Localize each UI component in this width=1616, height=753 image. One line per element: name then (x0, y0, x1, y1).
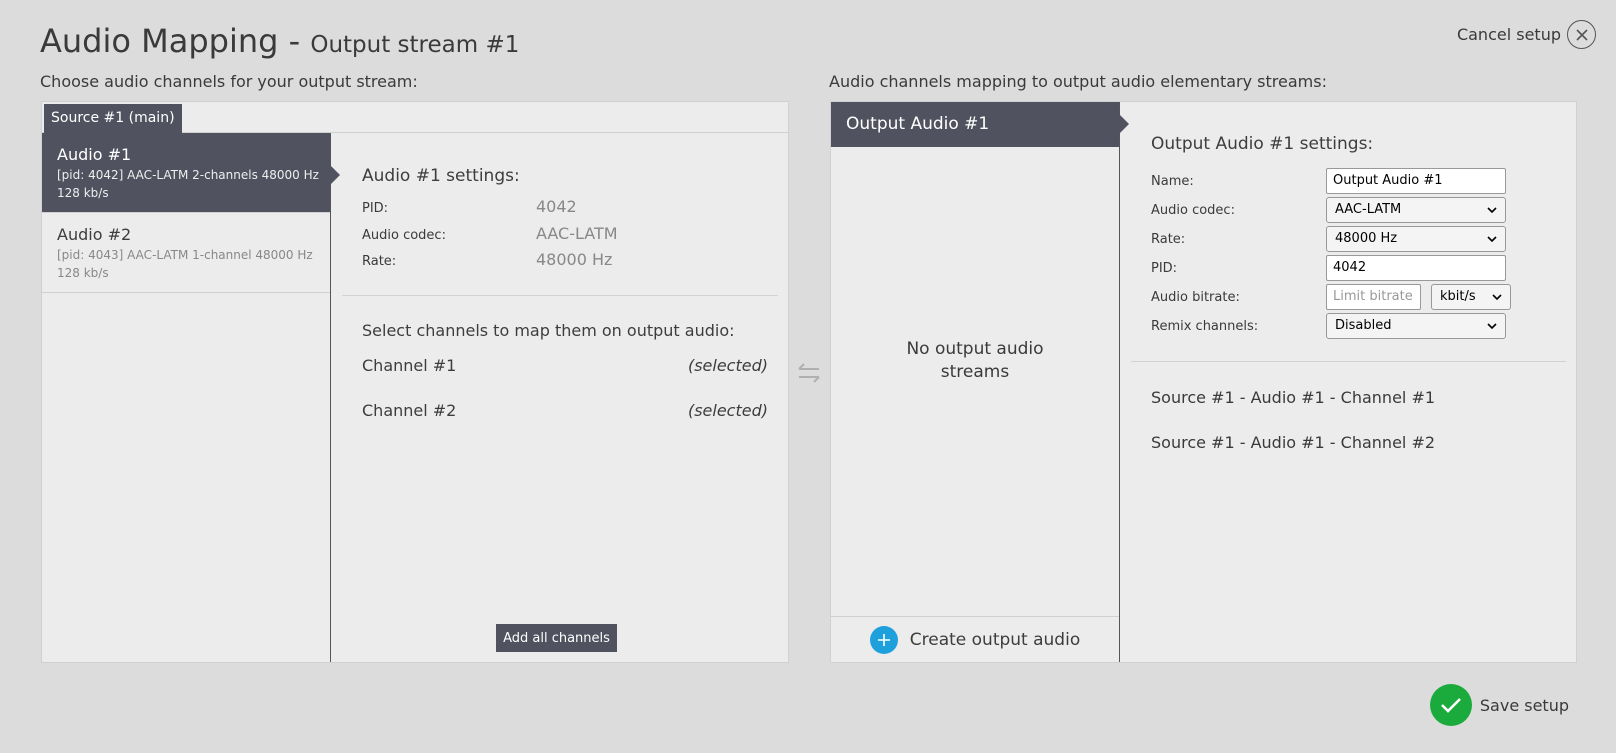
pid-input[interactable]: 4042 (1326, 255, 1506, 281)
mapped-channel-item[interactable]: Source #1 - Audio #1 - Channel #1 (1151, 388, 1435, 407)
tab-output-audio-1[interactable]: Output Audio #1 (831, 102, 1129, 147)
output-settings-heading: Output Audio #1 settings: (1151, 134, 1374, 154)
create-output-audio-button[interactable]: Create output audio (831, 616, 1119, 662)
codec-label: Audio codec: (1151, 202, 1235, 218)
right-caption: Audio channels mapping to output audio e… (829, 72, 1327, 91)
bitrate-unit-value: kbit/s (1440, 289, 1476, 304)
cancel-setup-button[interactable]: Cancel setup (1457, 20, 1596, 49)
pid-row: PID: 4042 (1151, 255, 1506, 281)
save-setup-label: Save setup (1479, 695, 1569, 715)
select-channels-heading: Select channels to map them on output au… (362, 321, 735, 340)
audio-item-2[interactable]: Audio #2 [pid: 4043] AAC-LATM 1-channel … (42, 213, 330, 293)
codec-value: AAC-LATM (536, 224, 618, 243)
pid-label: PID: (1151, 260, 1178, 276)
channel-row-1[interactable]: Channel #1 (selected) (362, 353, 768, 377)
plus-icon (869, 625, 898, 654)
divider (1131, 361, 1566, 362)
page-subtitle: Output stream #1 (310, 32, 520, 58)
chevron-down-icon (1492, 293, 1502, 300)
rate-row: Rate: 48000 Hz (362, 250, 612, 269)
left-caption: Choose audio channels for your output st… (40, 72, 418, 91)
output-audio-panel: Output Audio #1 No output audio streams … (830, 101, 1577, 663)
rate-label: Rate: (362, 254, 397, 269)
audio-item-bitrate: 128 kb/s (57, 186, 109, 200)
close-icon[interactable] (1567, 20, 1596, 49)
codec-select-value: AAC-LATM (1335, 202, 1402, 217)
audio-settings: Audio #1 settings: PID: 4042 Audio codec:… (332, 133, 788, 662)
source-tab-row: Source #1 (main) (42, 102, 788, 133)
pid-row: PID: 4042 (362, 197, 577, 216)
codec-label: Audio codec: (362, 228, 446, 243)
cancel-setup-label: Cancel setup (1456, 25, 1561, 44)
mapped-channel-item[interactable]: Source #1 - Audio #1 - Channel #2 (1151, 433, 1435, 452)
no-streams-line-1: No output audio (906, 339, 1044, 359)
audio-settings-heading: Audio #1 settings: (362, 166, 520, 186)
create-output-label: Create output audio (909, 629, 1081, 650)
remix-row: Remix channels: Disabled (1151, 313, 1506, 339)
checkmark-icon (1429, 684, 1472, 726)
codec-row: Audio codec: AAC-LATM (362, 224, 618, 243)
source-audio-panel: Source #1 (main) Audio #1 [pid: 4042] AA… (41, 101, 789, 663)
page-title: Audio Mapping - Output stream #1 (40, 22, 519, 60)
channel-row-2[interactable]: Channel #2 (selected) (362, 398, 768, 422)
remix-label: Remix channels: (1151, 318, 1259, 334)
name-row: Name: Output Audio #1 (1151, 168, 1506, 194)
audio-item-bitrate: 128 kb/s (57, 266, 109, 280)
name-input[interactable]: Output Audio #1 (1326, 168, 1506, 194)
pid-value: 4042 (536, 197, 577, 216)
bitrate-row: Audio bitrate: Limit bitrate kbit/s (1151, 284, 1511, 310)
rate-select[interactable]: 48000 Hz (1326, 226, 1506, 252)
audio-item-1[interactable]: Audio #1 [pid: 4042] AAC-LATM 2-channels… (42, 133, 340, 213)
chevron-down-icon (1487, 235, 1497, 242)
rate-label: Rate: (1151, 231, 1186, 247)
channel-name: Channel #2 (362, 400, 457, 420)
channel-state: (selected) (687, 355, 768, 375)
audio-item-meta: [pid: 4042] AAC-LATM 2-channels 48000 Hz (57, 168, 319, 182)
audio-list: Audio #1 [pid: 4042] AAC-LATM 2-channels… (42, 133, 340, 662)
swap-arrows-icon (796, 362, 822, 388)
audio-item-name: Audio #2 (57, 225, 132, 244)
rate-value: 48000 Hz (536, 250, 613, 269)
rate-row: Rate: 48000 Hz (1151, 226, 1506, 252)
codec-row: Audio codec: AAC-LATM (1151, 197, 1506, 223)
remix-select[interactable]: Disabled (1326, 313, 1506, 339)
bitrate-unit-select[interactable]: kbit/s (1431, 284, 1511, 310)
no-streams-line-2: streams (940, 362, 1010, 382)
bitrate-input[interactable]: Limit bitrate (1326, 284, 1421, 310)
codec-select[interactable]: AAC-LATM (1326, 197, 1506, 223)
divider (342, 295, 778, 296)
chevron-down-icon (1487, 206, 1497, 213)
save-setup-button[interactable]: Save setup (1429, 684, 1569, 726)
page-title-main: Audio Mapping - (40, 22, 301, 60)
no-output-streams-message: No output audio streams (831, 338, 1119, 384)
output-settings: Output Audio #1 settings: Name: Output A… (1121, 102, 1576, 662)
tab-source-1[interactable]: Source #1 (main) (44, 104, 182, 133)
remix-select-value: Disabled (1335, 318, 1392, 333)
add-all-channels-button[interactable]: Add all channels (496, 624, 617, 652)
audio-item-meta: [pid: 4043] AAC-LATM 1-channel 48000 Hz (57, 248, 313, 262)
rate-select-value: 48000 Hz (1335, 231, 1398, 246)
channel-state: (selected) (687, 400, 768, 420)
pid-label: PID: (362, 201, 389, 216)
audio-item-name: Audio #1 (57, 145, 132, 164)
chevron-down-icon (1487, 322, 1497, 329)
bitrate-label: Audio bitrate: (1151, 289, 1240, 305)
output-list: Output Audio #1 No output audio streams … (831, 102, 1129, 662)
name-label: Name: (1151, 173, 1194, 189)
channel-name: Channel #1 (362, 355, 457, 375)
